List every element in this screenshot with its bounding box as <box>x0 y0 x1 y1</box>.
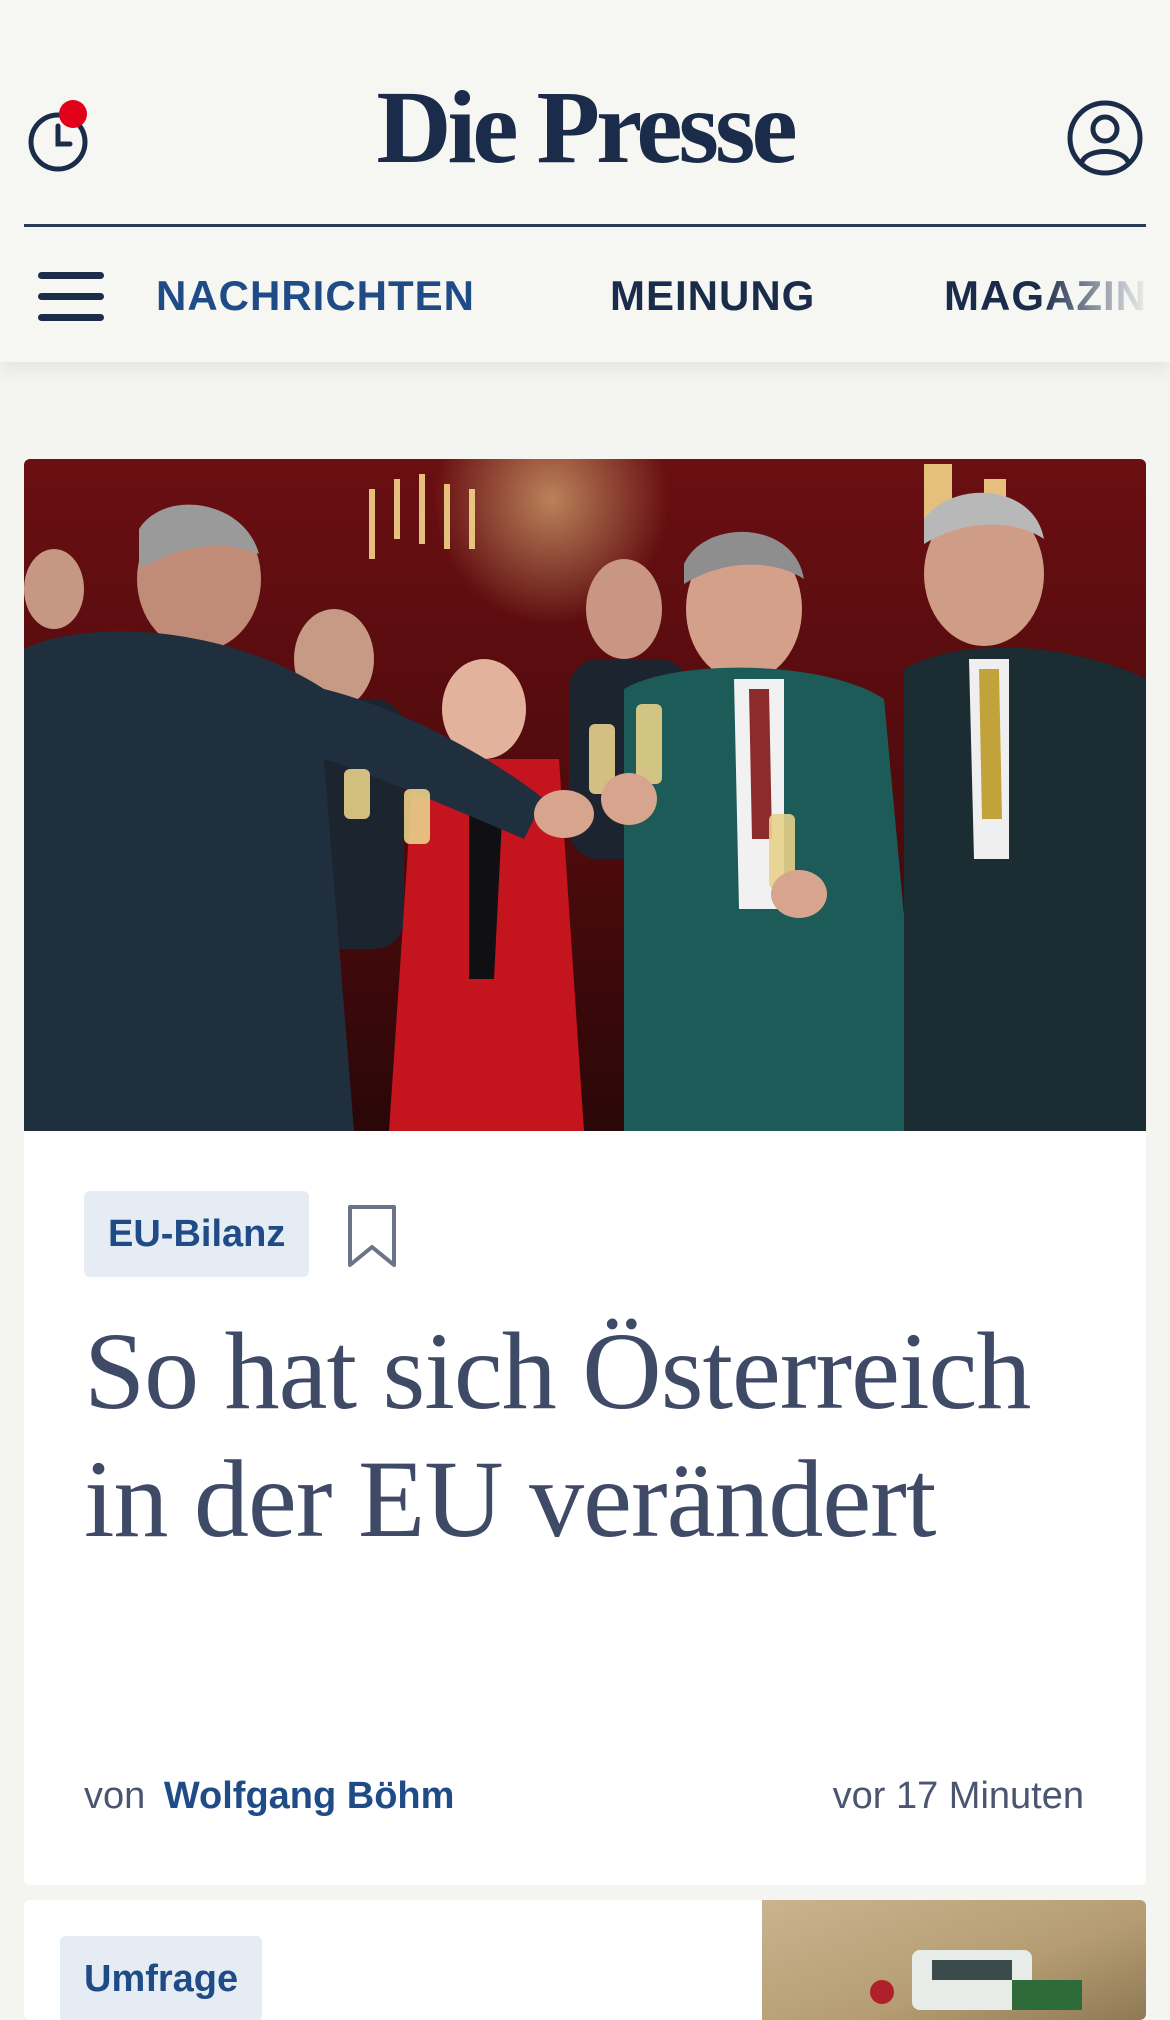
nav-item-nachrichten[interactable]: NACHRICHTEN <box>156 272 475 320</box>
article-timestamp: vor 17 Minuten <box>832 1775 1084 1817</box>
author-link[interactable]: Wolfgang Böhm <box>164 1775 455 1817</box>
article-byline: von Wolfgang Böhm <box>84 1775 454 1818</box>
nav-item-meinung[interactable]: MEINUNG <box>610 272 815 320</box>
top-article-card[interactable]: EU-Bilanz So hat sich Österreich in der … <box>24 459 1146 1885</box>
bookmark-icon <box>348 1205 396 1267</box>
byline-prefix: von <box>84 1775 146 1817</box>
header-divider <box>24 224 1146 227</box>
next-article-image[interactable] <box>762 1900 1146 2020</box>
hamburger-line <box>38 293 104 300</box>
user-icon <box>1067 100 1143 176</box>
hamburger-line <box>38 314 104 321</box>
site-logo[interactable]: Die Presse <box>300 76 870 180</box>
article-headline[interactable]: So hat sich Österreich in der EU verände… <box>84 1307 1084 1563</box>
next-article-category-tag[interactable]: Umfrage <box>60 1936 263 2020</box>
menu-button[interactable] <box>38 268 106 324</box>
article-category-tag[interactable]: EU-Bilanz <box>84 1191 310 1277</box>
next-article-card[interactable]: Umfrage <box>24 1900 1146 2020</box>
article-image[interactable] <box>24 459 1146 1131</box>
article-photo-illustration <box>24 464 1146 1131</box>
notification-dot <box>59 100 87 128</box>
nav-scroll-fade <box>1040 262 1170 332</box>
hamburger-icon <box>38 272 104 279</box>
next-article-photo-illustration <box>870 1950 1082 2010</box>
site-header: Die Presse NACHRICHTEN MEINUNG MAGAZIN <box>0 0 1170 362</box>
history-button[interactable] <box>26 96 98 180</box>
user-account-button[interactable] <box>1065 98 1145 178</box>
bookmark-button[interactable] <box>346 1203 398 1269</box>
